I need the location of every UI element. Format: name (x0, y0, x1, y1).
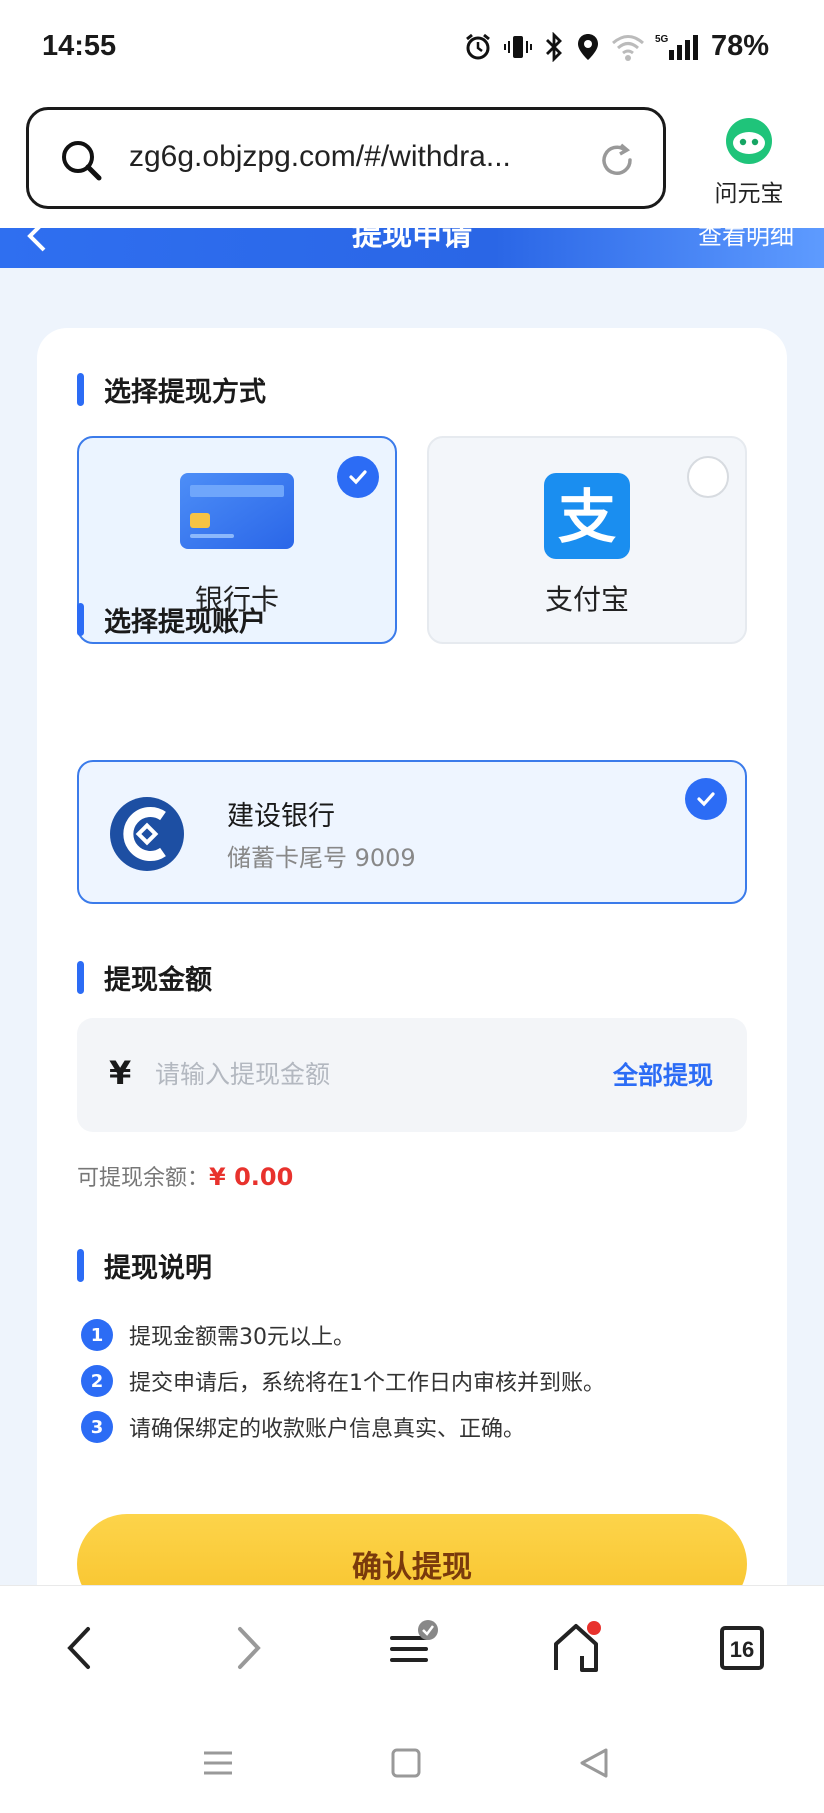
radio-unchecked-icon (687, 456, 729, 498)
note-text: 提现金额需30元以上。 (129, 1325, 355, 1350)
forward-icon[interactable] (208, 1608, 288, 1688)
url-text[interactable]: zg6g.objzpg.com/#/withdra... (129, 140, 511, 174)
location-icon (575, 32, 601, 62)
browser-toolbar: 16 (0, 1585, 824, 1710)
page-header: 提现申请 查看明细 (0, 228, 824, 268)
menu-icon[interactable] (372, 1608, 452, 1688)
bank-card-icon (178, 471, 296, 555)
section-marker (77, 603, 84, 636)
list-item: 3 请确保绑定的收款账户信息真实、正确。 (81, 1404, 605, 1450)
wifi-icon (611, 32, 645, 62)
list-item: 1 提现金额需30元以上。 (81, 1312, 605, 1358)
method-section-title: 选择提现方式 (77, 370, 266, 409)
assistant-button[interactable]: 问元宝 (704, 116, 794, 208)
notes-list: 1 提现金额需30元以上。 2 提交申请后，系统将在1个工作日内审核并到账。 3… (81, 1312, 605, 1450)
back-triangle-icon[interactable] (564, 1738, 624, 1788)
note-number: 3 (81, 1411, 113, 1443)
browser-bar: zg6g.objzpg.com/#/withdra... 问元宝 (0, 100, 824, 228)
svg-text:5G: 5G (655, 34, 669, 45)
ccb-logo-icon (107, 794, 187, 878)
assistant-avatar-icon (724, 116, 774, 166)
reload-icon[interactable] (597, 140, 637, 184)
bluetooth-icon (543, 31, 565, 62)
checkmark-icon (685, 778, 727, 820)
note-text: 请确保绑定的收款账户信息真实、正确。 (129, 1417, 526, 1442)
signal-icon: 5G (655, 32, 701, 62)
note-text: 提交申请后，系统将在1个工作日内审核并到账。 (129, 1371, 605, 1396)
view-detail-link[interactable]: 查看明细 (698, 228, 794, 251)
note-number: 2 (81, 1365, 113, 1397)
svg-text:支: 支 (558, 483, 616, 551)
back-icon[interactable] (40, 1608, 120, 1688)
search-icon (59, 138, 103, 186)
balance-label: 可提现余额： (77, 1166, 210, 1191)
notes-section-title: 提现说明 (77, 1246, 212, 1285)
home-icon[interactable] (536, 1608, 616, 1688)
currency-symbol: ¥ (109, 1054, 132, 1092)
section-marker (77, 373, 84, 406)
checkmark-icon (337, 456, 379, 498)
section-marker (77, 961, 84, 994)
status-bar: 14:55 5G 78% (0, 0, 824, 100)
home-square-icon[interactable] (376, 1738, 436, 1788)
vibrate-icon (503, 32, 533, 62)
battery-level: 78% (710, 30, 769, 62)
withdraw-card: 选择提现方式 银行卡 支 支付宝 选择提现账户 建设银行 储蓄卡尾号 9009 … (37, 328, 787, 1628)
amount-section-title: 提现金额 (77, 958, 212, 997)
address-bar[interactable]: zg6g.objzpg.com/#/withdra... (26, 107, 666, 209)
tabs-icon[interactable]: 16 (702, 1608, 782, 1688)
alipay-icon: 支 (542, 471, 632, 565)
withdraw-all-button[interactable]: 全部提现 (613, 1056, 713, 1092)
amount-field-container: ¥ 全部提现 (77, 1018, 747, 1132)
note-number: 1 (81, 1319, 113, 1351)
available-balance: 可提现余额：¥ 0.00 (77, 1160, 293, 1192)
bank-name: 建设银行 (227, 801, 335, 832)
method-alipay[interactable]: 支 支付宝 (427, 436, 747, 644)
bank-account-option[interactable]: 建设银行 储蓄卡尾号 9009 (77, 760, 747, 904)
account-section-title: 选择提现账户 (77, 600, 266, 639)
alarm-icon (463, 32, 493, 62)
amount-input[interactable] (155, 1052, 555, 1096)
status-time: 14:55 (42, 30, 117, 62)
status-icons: 5G 78% (463, 30, 769, 63)
section-marker (77, 1249, 84, 1282)
tab-count: 16 (730, 1637, 754, 1662)
list-item: 2 提交申请后，系统将在1个工作日内审核并到账。 (81, 1358, 605, 1404)
system-nav-bar (0, 1710, 824, 1813)
card-tail-number: 储蓄卡尾号 9009 (227, 844, 416, 872)
balance-value: ¥ 0.00 (209, 1163, 294, 1191)
assistant-label: 问元宝 (714, 181, 784, 207)
method-alipay-label: 支付宝 (544, 583, 629, 616)
recent-apps-icon[interactable] (188, 1738, 248, 1788)
